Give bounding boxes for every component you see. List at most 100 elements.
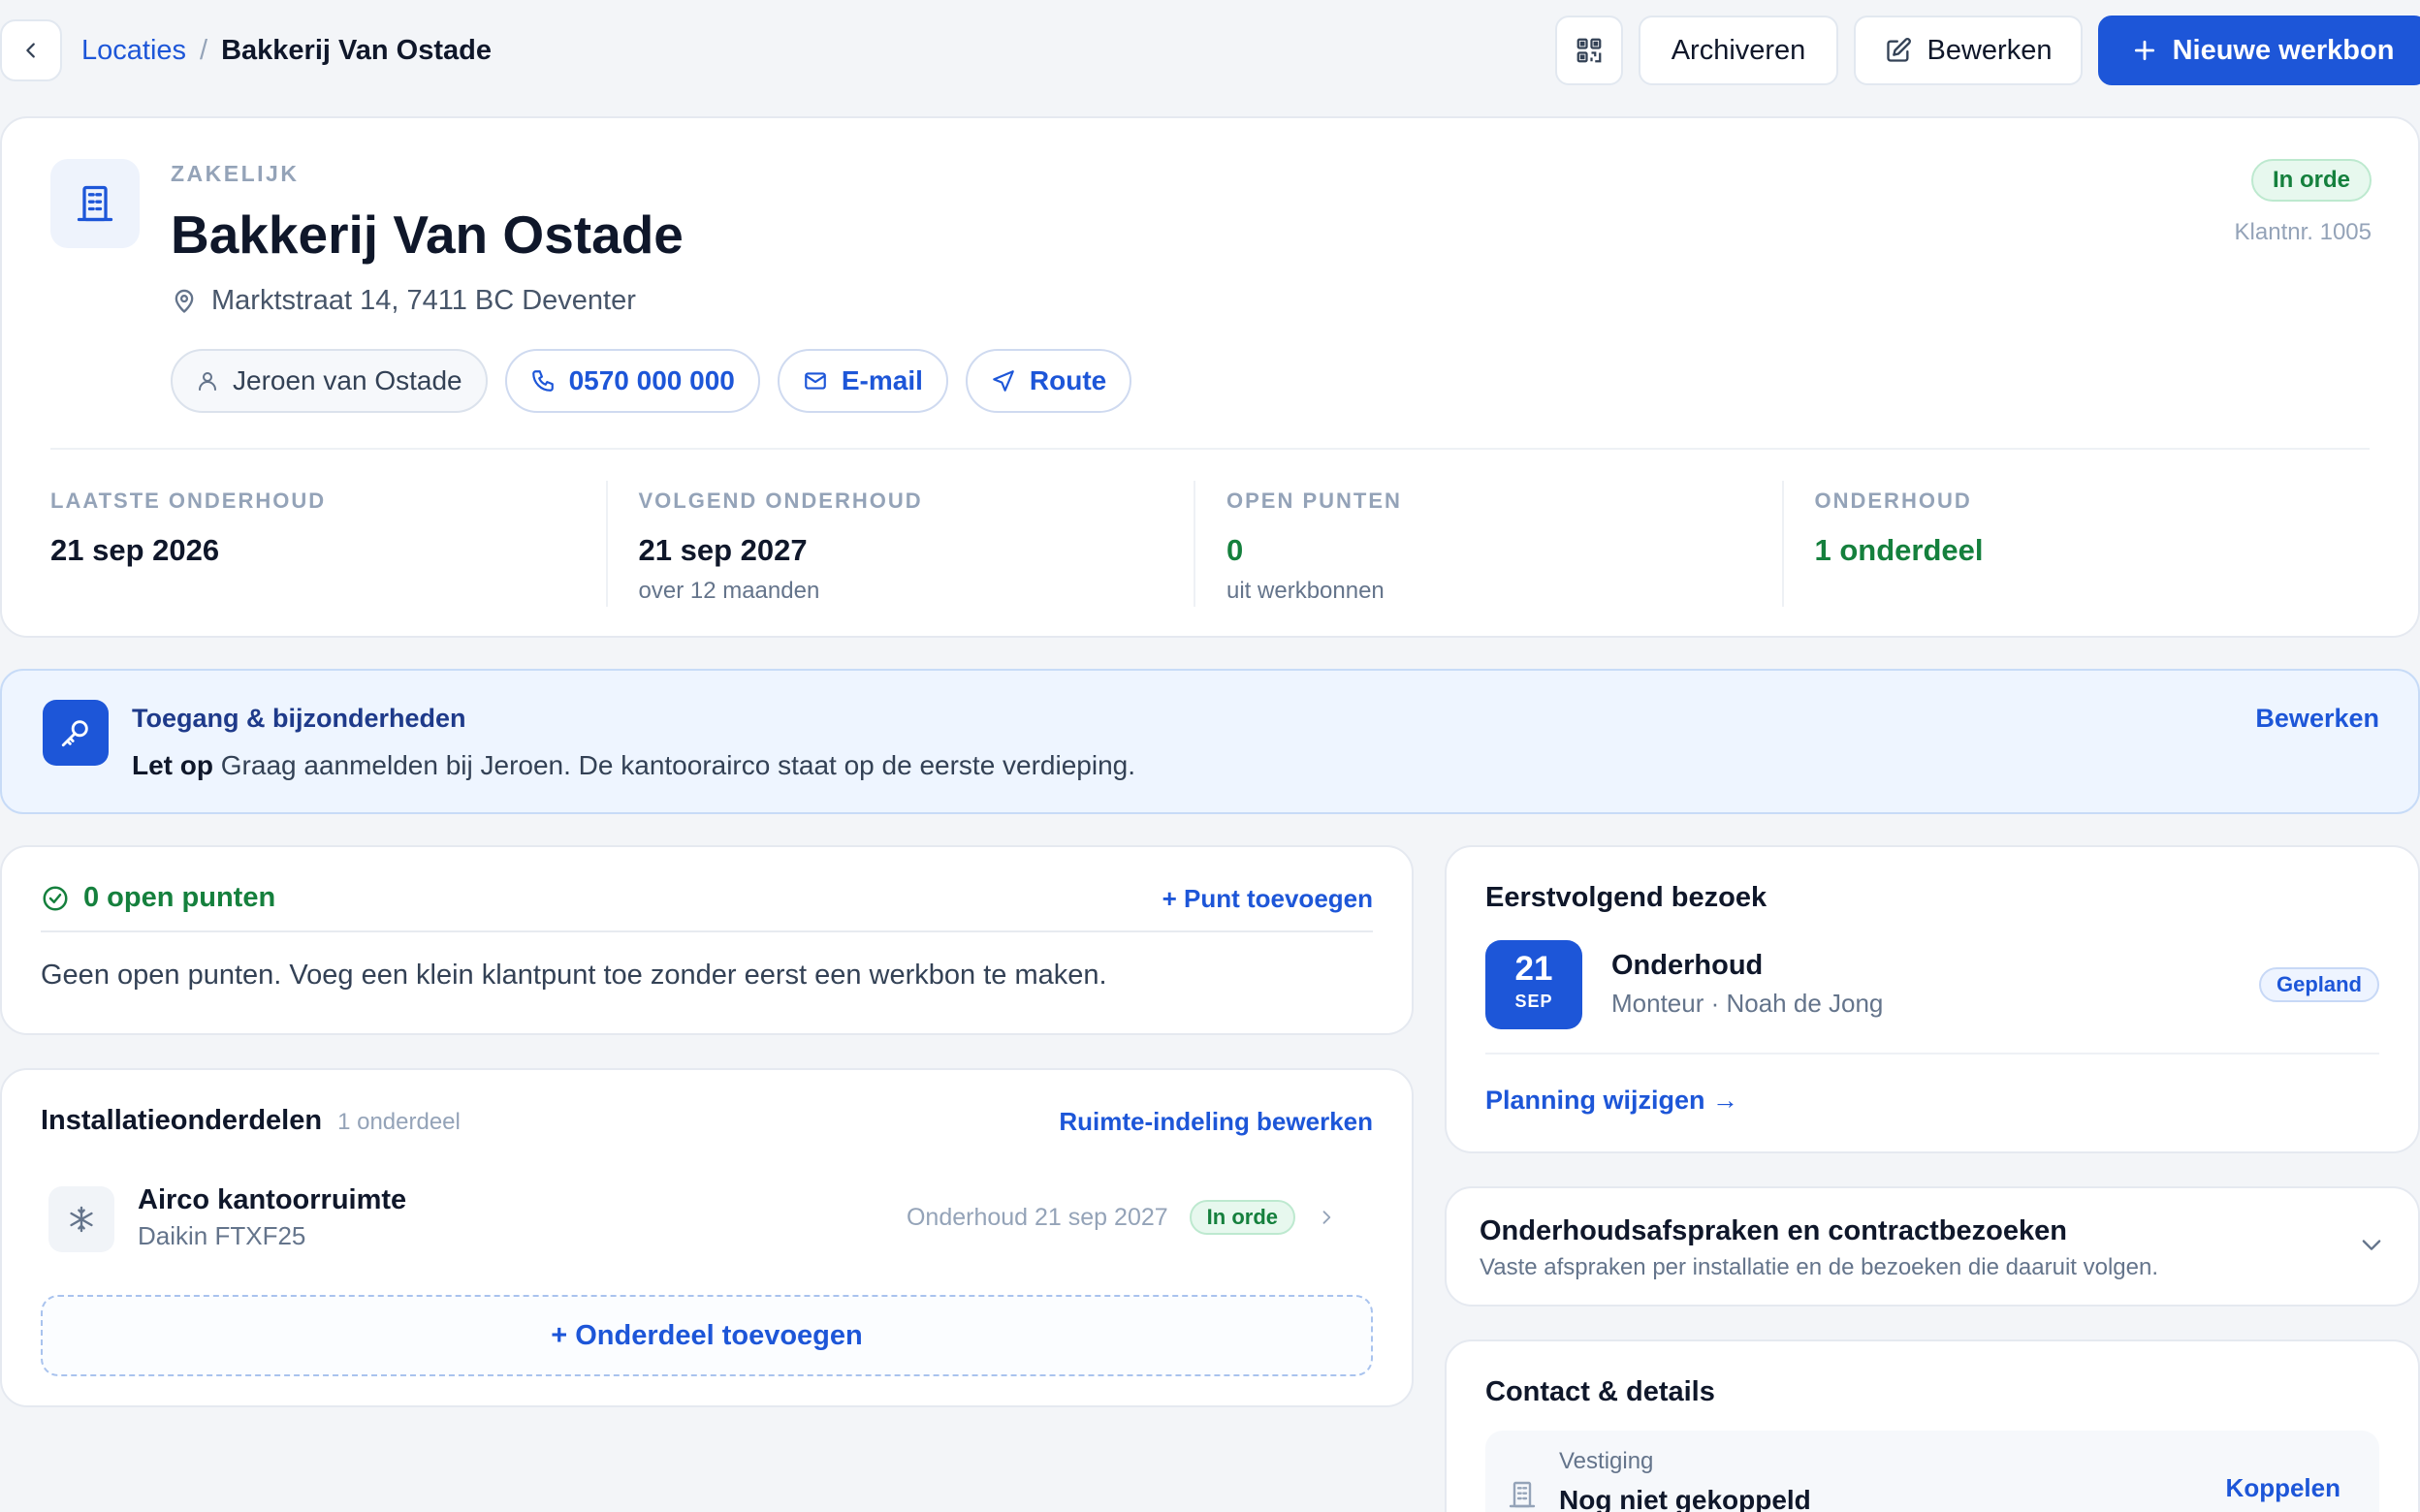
- open-points-divider: [41, 930, 1373, 932]
- pencil-square-icon: [1885, 37, 1912, 64]
- access-notice: Toegang & bijzonderheden Let op Graag aa…: [0, 669, 2420, 814]
- link-branch-button[interactable]: Koppelen: [2226, 1473, 2340, 1503]
- building-icon: [1507, 1479, 1538, 1510]
- open-points-empty-text: Geen open punten. Voeg een klein klantpu…: [41, 960, 1107, 991]
- edit-button-label: Bewerken: [1926, 34, 2053, 66]
- chevron-down-icon[interactable]: [2358, 1231, 2385, 1258]
- status-badge: In orde: [2250, 159, 2372, 202]
- phone-icon: [530, 368, 556, 394]
- page-title: Bakkerij Van Ostade: [171, 205, 684, 265]
- stat-sub: uit werkbonnen: [1226, 578, 1385, 604]
- breadcrumb-separator: /: [200, 34, 208, 66]
- installation-count: 1 onderdeel: [337, 1109, 461, 1135]
- part-meta: Onderhoud 21 sep 2027 In orde: [907, 1200, 1336, 1235]
- email-label: E-mail: [841, 365, 923, 395]
- part-next-maintenance: Onderhoud 21 sep 2027: [906, 1203, 1168, 1231]
- branch-row: Vestiging Nog niet gekoppeld Koppelen: [1485, 1431, 2379, 1512]
- part-icon-tile: [48, 1186, 114, 1252]
- open-points-header: 0 open punten: [41, 882, 275, 914]
- mail-icon: [803, 368, 828, 394]
- part-name: Airco kantoorruimte: [138, 1184, 407, 1215]
- stats-row: LAATSTE ONDERHOUD 21 sep 2026 VOLGEND ON…: [50, 481, 2370, 607]
- stat-label: ONDERHOUD: [1814, 488, 1972, 513]
- list-item[interactable]: Airco kantoorruimte Daikin FTXF25 Onderh…: [41, 1177, 1373, 1266]
- contact-person-chip[interactable]: Jeroen van Ostade: [171, 349, 488, 413]
- visit-divider: [1485, 1053, 2379, 1055]
- archive-button-label: Archiveren: [1671, 34, 1806, 66]
- add-point-link[interactable]: + Punt toevoegen: [1162, 884, 1373, 914]
- snowflake-icon: [66, 1204, 97, 1235]
- status-badge: Gepland: [2258, 967, 2379, 1002]
- top-bar: Locaties / Bakkerij Van Ostade Archivere…: [0, 0, 2420, 101]
- key-tile: [43, 700, 109, 766]
- building-icon: [74, 182, 116, 225]
- phone-chip[interactable]: 0570 000 000: [504, 349, 760, 413]
- location-header-card: ZAKELIJK Bakkerij Van Ostade Marktstraat…: [0, 116, 2420, 638]
- stat-label: LAATSTE ONDERHOUD: [50, 488, 327, 513]
- visit-date-tile: 21 SEP: [1485, 940, 1582, 1029]
- access-body: Graag aanmelden bij Jeroen. De kantoorai…: [220, 750, 1136, 780]
- stat-open-points: OPEN PUNTEN 0 uit werkbonnen: [1194, 481, 1782, 607]
- chevron-right-icon: [1317, 1208, 1336, 1227]
- stat-label: OPEN PUNTEN: [1226, 488, 1402, 513]
- visit-technician: Monteur · Noah de Jong: [1611, 989, 1884, 1018]
- breadcrumb-current: Bakkerij Van Ostade: [221, 34, 492, 66]
- access-edit-link[interactable]: Bewerken: [2255, 704, 2379, 734]
- next-visit-card: Eerstvolgend bezoek 21 SEP Onderhoud Mon…: [1445, 845, 2420, 1153]
- access-prefix: Let op: [132, 750, 213, 780]
- new-workorder-button[interactable]: Nieuwe werkbon: [2098, 16, 2420, 85]
- new-workorder-label: Nieuwe werkbon: [2172, 34, 2395, 66]
- stat-last-maintenance: LAATSTE ONDERHOUD 21 sep 2026: [50, 481, 606, 607]
- open-points-card: 0 open punten + Punt toevoegen Geen open…: [0, 845, 1414, 1035]
- open-points-title: 0 open punten: [83, 882, 276, 913]
- header-divider: [50, 448, 2370, 450]
- qr-code-button[interactable]: [1555, 16, 1623, 85]
- route-chip[interactable]: Route: [965, 349, 1132, 413]
- archive-button[interactable]: Archiveren: [1639, 16, 1838, 85]
- stat-value: 0: [1226, 533, 1244, 567]
- key-icon: [59, 716, 92, 749]
- stat-value: 21 sep 2026: [50, 533, 220, 567]
- building-tile: [50, 159, 140, 248]
- stat-value: 21 sep 2027: [638, 533, 808, 567]
- installation-parts-card: Installatieonderdelen 1 onderdeel Ruimte…: [0, 1068, 1414, 1407]
- user-icon: [196, 369, 219, 393]
- stat-label: VOLGEND ONDERHOUD: [638, 488, 923, 513]
- contact-chips: Jeroen van Ostade 0570 000 000 E-mail Ro…: [171, 349, 1132, 413]
- installation-title: Installatieonderdelen: [41, 1105, 323, 1136]
- branch-value: Nog niet gekoppeld: [1559, 1485, 1811, 1512]
- part-model: Daikin FTXF25: [138, 1221, 306, 1250]
- access-title: Toegang & bijzonderheden: [132, 704, 466, 733]
- map-pin-icon: [171, 288, 198, 315]
- stat-maintenance-parts: ONDERHOUD 1 onderdeel: [1781, 481, 2371, 607]
- breadcrumb: Locaties / Bakkerij Van Ostade: [81, 31, 492, 70]
- stat-sub: over 12 maanden: [638, 578, 820, 604]
- phone-number: 0570 000 000: [568, 365, 735, 395]
- edit-room-layout-link[interactable]: Ruimte-indeling bewerken: [1059, 1107, 1373, 1137]
- contact-details-title: Contact & details: [1485, 1376, 1715, 1407]
- add-part-button[interactable]: + Onderdeel toevoegen: [41, 1295, 1373, 1376]
- contracts-subtitle: Vaste afspraken per installatie en de be…: [1480, 1254, 2159, 1280]
- status-badge: In orde: [1189, 1200, 1295, 1235]
- change-planning-link[interactable]: Planning wijzigen →: [1485, 1086, 1738, 1116]
- location-type: ZAKELIJK: [171, 161, 300, 186]
- visit-month: SEP: [1514, 992, 1553, 1011]
- back-button[interactable]: [0, 19, 62, 81]
- chevron-left-icon: [20, 40, 42, 61]
- location-address: Marktstraat 14, 7411 BC Deventer: [171, 285, 636, 317]
- contracts-accordion[interactable]: Onderhoudsafspraken en contractbezoeken …: [1445, 1186, 2420, 1307]
- email-chip[interactable]: E-mail: [777, 349, 948, 413]
- contact-details-card: Contact & details Vestiging Nog niet gek…: [1445, 1339, 2420, 1512]
- stat-value: 1 onderdeel: [1814, 533, 1984, 567]
- edit-button[interactable]: Bewerken: [1854, 16, 2083, 85]
- plus-icon: [2132, 38, 2157, 63]
- qr-code-icon: [1575, 36, 1604, 65]
- access-text: Let op Graag aanmelden bij Jeroen. De ka…: [132, 750, 1135, 781]
- breadcrumb-locaties-link[interactable]: Locaties: [81, 35, 186, 67]
- stat-next-maintenance: VOLGEND ONDERHOUD 21 sep 2027 over 12 ma…: [605, 481, 1194, 607]
- check-circle-icon: [41, 884, 70, 913]
- installation-header: Installatieonderdelen 1 onderdeel: [41, 1105, 461, 1137]
- next-visit-title: Eerstvolgend bezoek: [1485, 882, 1767, 913]
- branch-label: Vestiging: [1559, 1448, 1654, 1474]
- route-label: Route: [1029, 365, 1107, 395]
